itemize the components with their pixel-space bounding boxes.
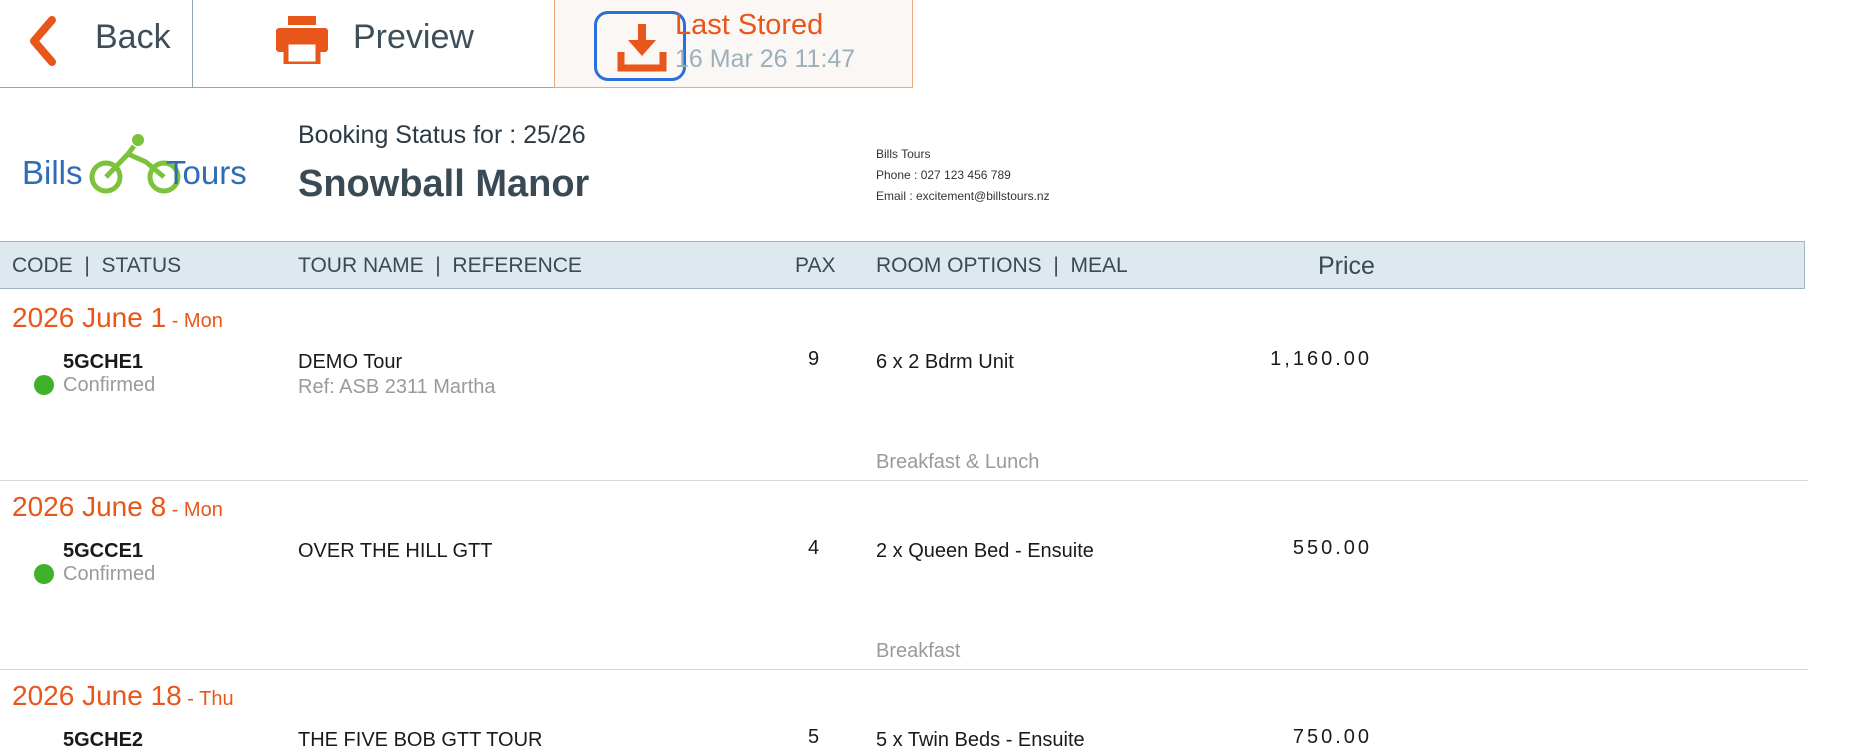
status-dot-icon [34, 375, 54, 395]
meal-option: Breakfast [876, 640, 961, 662]
preview-label: Preview [353, 18, 474, 56]
back-label: Back [95, 18, 171, 56]
row-divider [0, 480, 1808, 481]
booking-code: 5GCCE1 [63, 540, 144, 562]
company-logo: Bills Tours [22, 132, 252, 202]
tour-name: THE FIVE BOB GTT TOUR [298, 729, 543, 751]
booking-date: 2026 June 1 - Mon [12, 302, 223, 333]
booking-price: 1,160.00 [1270, 348, 1372, 370]
booking-status-period: Booking Status for : 25/26 [298, 121, 586, 149]
chevron-left-icon [30, 16, 56, 66]
column-tour-reference: TOUR NAME | REFERENCE [298, 254, 582, 277]
booking-date: 2026 June 8 - Mon [12, 491, 223, 522]
preview-button[interactable]: Preview [193, 0, 554, 88]
column-pax: PAX [795, 254, 836, 277]
booking-status: Confirmed [63, 563, 156, 585]
tour-name: OVER THE HILL GTT [298, 540, 493, 562]
booking-date: 2026 June 18 - Thu [12, 680, 234, 711]
download-icon[interactable] [594, 11, 686, 81]
company-phone: Phone : 027 123 456 789 [876, 168, 1011, 182]
table-header: CODE | STATUS TOUR NAME | REFERENCE PAX … [0, 241, 1805, 289]
booking-price: 550.00 [1292, 537, 1372, 559]
pax-count: 5 [808, 726, 820, 748]
booking-code: 5GCHE1 [63, 351, 144, 373]
page-title: Snowball Manor [298, 163, 590, 205]
tour-name: DEMO Tour [298, 351, 403, 373]
back-button[interactable]: Back [0, 0, 193, 88]
booking-price: 750.00 [1292, 726, 1372, 748]
booking-code: 5GCHE2 [63, 729, 144, 751]
room-option: 6 x 2 Bdrm Unit [876, 351, 1014, 373]
last-stored-time: 16 Mar 26 11:47 [675, 45, 856, 73]
booking-status: Confirmed [63, 374, 156, 396]
company-name: Bills Tours [876, 147, 931, 161]
room-option: 2 x Queen Bed - Ensuite [876, 540, 1094, 562]
row-divider [0, 669, 1808, 670]
pax-count: 4 [808, 537, 820, 559]
tour-reference: Ref: ASB 2311 Martha [298, 376, 496, 398]
meal-option: Breakfast & Lunch [876, 451, 1040, 473]
column-code-status: CODE | STATUS [12, 254, 182, 277]
room-option: 5 x Twin Beds - Ensuite [876, 729, 1085, 751]
toolbar: Back Preview Last Stored 16 Mar 26 11:47 [0, 0, 913, 88]
company-email: Email : excitement@billstours.nz [876, 189, 1050, 203]
status-dot-icon [34, 564, 54, 584]
last-stored-title: Last Stored [675, 9, 824, 41]
printer-icon [276, 16, 328, 64]
column-price: Price [1318, 252, 1375, 280]
column-room-meal: ROOM OPTIONS | MEAL [876, 254, 1128, 277]
pax-count: 9 [808, 348, 820, 370]
company-contact: Bills Tours Phone : 027 123 456 789 Emai… [876, 144, 1050, 207]
